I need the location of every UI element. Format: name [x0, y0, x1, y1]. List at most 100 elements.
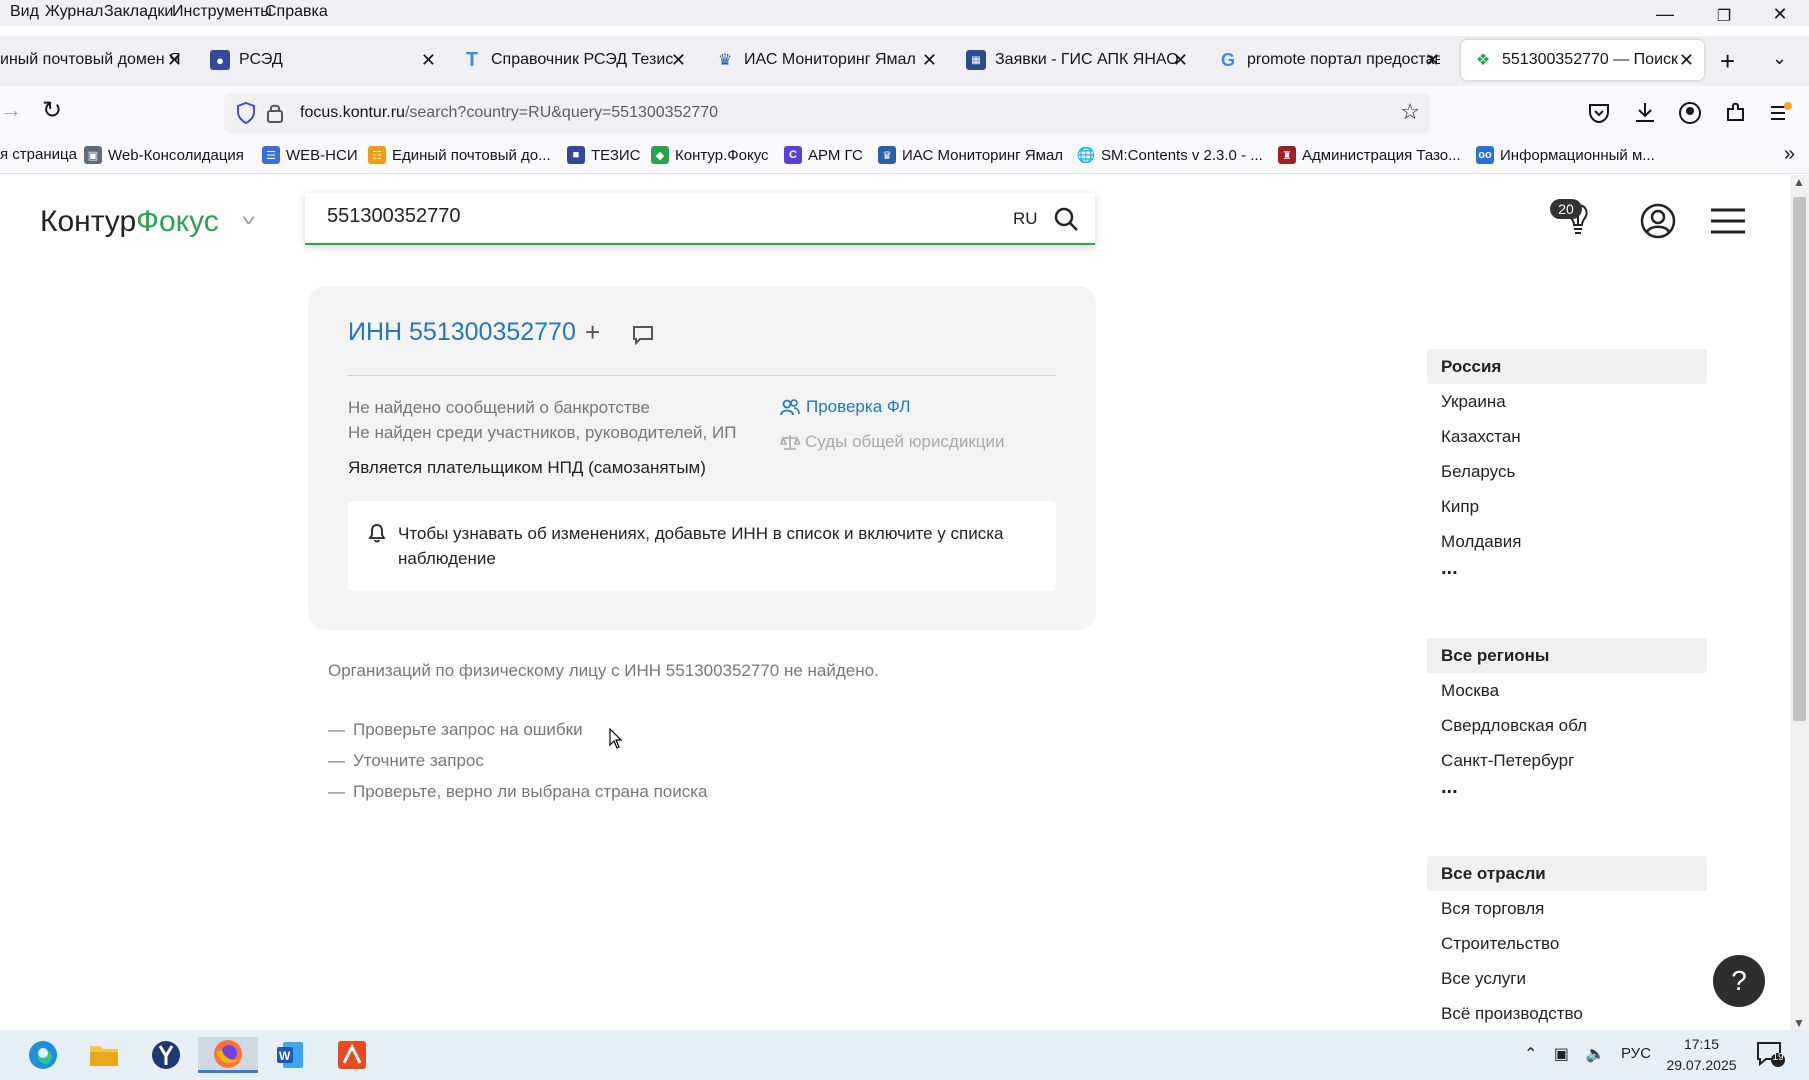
bookmark-star-icon[interactable]: ☆	[1400, 99, 1420, 125]
filter-region-sverdlovsk[interactable]: Свердловская обл	[1427, 708, 1707, 743]
close-tab-icon[interactable]: ✕	[167, 50, 182, 71]
filter-industry-trade[interactable]: Вся торговля	[1427, 891, 1707, 926]
rsed-icon: ●	[210, 50, 230, 70]
filter-country-kazakhstan[interactable]: Казахстан	[1427, 419, 1707, 454]
close-tab-icon[interactable]: ✕	[1679, 50, 1694, 71]
menu-help[interactable]: Справка	[265, 3, 328, 21]
new-tab-icon[interactable]: +	[1720, 46, 1735, 77]
check-person-link[interactable]: Проверка ФЛ	[780, 397, 910, 417]
firefox-icon[interactable]	[198, 1037, 258, 1073]
close-tab-icon[interactable]: ✕	[922, 50, 937, 71]
help-button[interactable]: ?	[1713, 955, 1765, 1007]
scroll-down-icon[interactable]: ▼	[1793, 1016, 1805, 1030]
filter-industry-services[interactable]: Все услуги	[1427, 961, 1707, 996]
tab-gis[interactable]: ▦ Заявки - ГИС АПК ЯНАО ✕	[966, 40, 1188, 80]
scrollbar-thumb[interactable]	[1793, 197, 1806, 721]
tab-google[interactable]: G promote портал предостав ✕	[1218, 40, 1440, 80]
word-icon[interactable]: W	[271, 1037, 309, 1073]
close-window-icon[interactable]: ✕	[1765, 4, 1795, 25]
pocket-icon[interactable]	[1586, 100, 1612, 126]
more-regions-button[interactable]: ...	[1427, 777, 1707, 797]
notification-center-icon[interactable]: 19	[1756, 1041, 1786, 1074]
search-bar: RU	[305, 193, 1095, 245]
address-bar[interactable]: focus.kontur.ru/search?country=RU&query=…	[224, 93, 1430, 133]
system-tray: ⌃ ▣ 🔈	[1524, 1044, 1605, 1064]
minimize-icon[interactable]: —	[1650, 4, 1680, 25]
close-tab-icon[interactable]: ✕	[1173, 50, 1188, 71]
tab-rsed[interactable]: ● РСЭД ✕	[210, 40, 436, 80]
tab-ias[interactable]: ♛ ИАС Мониторинг Ямал ✕	[715, 40, 937, 80]
more-countries-button[interactable]: ...	[1427, 558, 1707, 578]
tracking-shield-icon[interactable]	[236, 102, 256, 124]
filter-region-spb[interactable]: Санкт-Петербург	[1427, 743, 1707, 778]
tab-kontur-search[interactable]: ❖ 551300352770 — Поиск ✕	[1461, 40, 1704, 80]
close-tab-icon[interactable]: ✕	[421, 50, 436, 71]
tab-tezis[interactable]: T Справочник РСЭД Тезис ✕	[462, 40, 686, 80]
add-to-list-icon[interactable]: +	[585, 317, 600, 348]
bookmark-kontur-focus[interactable]: ◆ Контур.Фокус	[651, 146, 769, 164]
comment-icon[interactable]	[632, 325, 654, 345]
filter-region-moscow[interactable]: Москва	[1427, 673, 1707, 708]
filter-country-russia[interactable]: Россия	[1427, 349, 1707, 384]
tab-list-chevron-icon[interactable]: ⌄	[1772, 48, 1787, 69]
close-tab-icon[interactable]: ✕	[671, 50, 686, 71]
filter-industry-production[interactable]: Всё производство	[1427, 996, 1707, 1030]
menu-tools[interactable]: Инструменты	[172, 3, 272, 21]
tab-mail-domain[interactable]: иный почтовый домен Я ✕	[0, 40, 182, 80]
menu-history[interactable]: Журнал	[45, 3, 103, 21]
network-icon[interactable]: ▣	[1554, 1046, 1569, 1063]
search-input[interactable]	[327, 205, 927, 228]
close-tab-icon[interactable]: ✕	[1425, 50, 1440, 71]
filter-all-regions[interactable]: Все регионы	[1427, 638, 1707, 673]
hamburger-menu-icon[interactable]	[1710, 208, 1746, 234]
yandex-browser-icon[interactable]	[147, 1037, 185, 1073]
mail-icon: ☷	[368, 146, 386, 164]
kontur-focus-logo[interactable]: КонтурФокус	[40, 205, 219, 239]
filter-all-industries[interactable]: Все отрасли	[1427, 856, 1707, 891]
menu-bookmarks[interactable]: Закладки	[104, 3, 173, 21]
search-icon[interactable]	[1053, 206, 1079, 232]
filter-country-cyprus[interactable]: Кипр	[1427, 489, 1707, 524]
filter-country-moldova[interactable]: Молдавия	[1427, 524, 1707, 559]
restore-icon[interactable]: ❐	[1709, 6, 1739, 26]
filter-country-belarus[interactable]: Беларусь	[1427, 454, 1707, 489]
account-icon[interactable]	[1677, 100, 1703, 126]
inn-title-link[interactable]: ИНН 551300352770	[348, 318, 576, 347]
bookmark-web-nsi[interactable]: ☰ WEB-НСИ	[262, 146, 358, 164]
volume-muted-icon[interactable]: 🔈	[1585, 1046, 1605, 1063]
filter-industry-construction[interactable]: Строительство	[1427, 926, 1707, 961]
reader-app-icon[interactable]	[333, 1037, 371, 1073]
page-scrollbar[interactable]: ▲ ▼	[1790, 175, 1809, 1030]
taskbar-clock[interactable]: 17:15 29.07.2025	[1664, 1034, 1739, 1076]
app-menu-icon[interactable]	[1767, 100, 1793, 126]
bookmark-sm-contents[interactable]: 🌐 SM:Contents v 2.3.0 - ...	[1077, 146, 1263, 164]
edge-icon[interactable]	[24, 1037, 62, 1073]
courts-link[interactable]: Суды общей юрисдикции	[780, 432, 1005, 452]
scroll-up-icon[interactable]: ▲	[1793, 175, 1805, 189]
tab-label: promote портал предостав	[1247, 51, 1440, 68]
bookmark-mail-domain[interactable]: ☷ Единый почтовый до...	[368, 146, 551, 164]
file-explorer-icon[interactable]	[85, 1037, 123, 1073]
user-profile-icon[interactable]	[1640, 203, 1676, 239]
filter-country-ukraine[interactable]: Украина	[1427, 384, 1707, 419]
notification-badge[interactable]: 20	[1550, 199, 1582, 219]
reload-icon[interactable]: ↻	[42, 96, 62, 125]
bookmark-web-consolidation[interactable]: ▣ Web-Консолидация	[84, 146, 244, 164]
bookmarks-overflow-icon[interactable]: »	[1784, 143, 1795, 166]
chevron-down-icon[interactable]: ˅	[241, 213, 256, 231]
menu-view[interactable]: Вид	[10, 3, 39, 21]
download-icon[interactable]	[1632, 100, 1658, 126]
lock-icon[interactable]	[266, 102, 284, 124]
extensions-icon[interactable]	[1723, 100, 1749, 126]
tray-expand-chevron-icon[interactable]: ⌃	[1524, 1046, 1537, 1063]
bookmark-start-page[interactable]: я страница	[0, 146, 77, 163]
url-text[interactable]: focus.kontur.ru/search?country=RU&query=…	[300, 104, 718, 122]
bookmark-ias-yamal[interactable]: ♛ ИАС Мониторинг Ямал	[878, 146, 1063, 164]
country-selector[interactable]: RU	[1013, 209, 1038, 229]
bookmark-arm-gs[interactable]: C АРМ ГС	[784, 146, 863, 164]
bookmark-tezis[interactable]: ■ ТЕЗИС	[567, 146, 641, 164]
bookmark-info-monitoring[interactable]: oo Информационный м...	[1476, 146, 1655, 164]
forward-arrow-icon[interactable]: →	[0, 97, 22, 123]
input-language-indicator[interactable]: РУС	[1621, 1045, 1651, 1062]
bookmark-administration[interactable]: ♜ Администрация Тазо...	[1278, 146, 1461, 164]
